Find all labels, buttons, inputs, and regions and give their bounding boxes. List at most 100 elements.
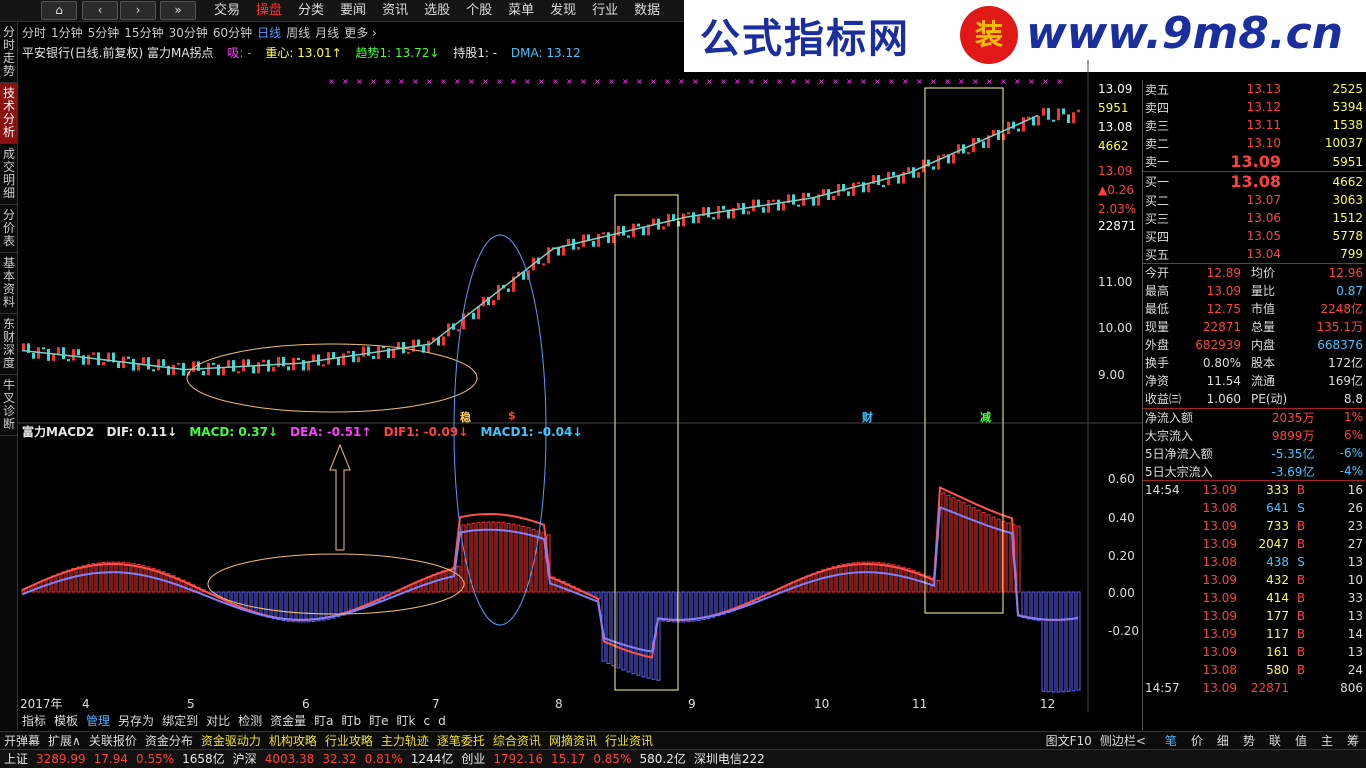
- table-cell: 13.08: [1202, 554, 1237, 569]
- period-tab[interactable]: 日线: [257, 24, 286, 42]
- function-tab[interactable]: 网摘资讯: [545, 732, 601, 749]
- period-tab[interactable]: 30分钟: [169, 24, 213, 42]
- indicator-tab[interactable]: 指标: [18, 712, 50, 730]
- left-tab[interactable]: 成交明细: [0, 144, 18, 205]
- rp-tab[interactable]: 细: [1210, 732, 1236, 749]
- signal-marker: ×: [510, 77, 517, 86]
- function-tab[interactable]: 行业资讯: [601, 732, 657, 749]
- period-tab[interactable]: 周线: [286, 24, 315, 42]
- indicator-tab[interactable]: 模板: [50, 712, 82, 730]
- indicator-tab[interactable]: 资金量: [266, 712, 310, 730]
- rp-tab[interactable]: 筹: [1340, 732, 1366, 749]
- function-tab[interactable]: 图文F10: [1042, 732, 1096, 749]
- table-cell: B: [1296, 572, 1306, 587]
- macd-bar: [686, 591, 691, 623]
- function-tab[interactable]: 关联报价: [85, 732, 141, 749]
- rp-tab[interactable]: 价: [1184, 732, 1210, 749]
- more-icon[interactable]: »: [160, 1, 196, 20]
- home-icon[interactable]: ⌂: [41, 1, 77, 20]
- macd-bar: [876, 561, 881, 593]
- indicator-tab[interactable]: 盯e: [365, 712, 392, 730]
- kline-chart[interactable]: 2017年 4 5 6 7 8 9 10 11 12 13.09 5951 13.08 4662 13.09…: [18, 60, 1142, 712]
- rp-tab[interactable]: 联: [1262, 732, 1288, 749]
- left-tab[interactable]: 牛叉诊断: [0, 375, 18, 436]
- function-tab[interactable]: 行业攻略: [321, 732, 377, 749]
- period-tab[interactable]: 1分钟: [51, 24, 88, 42]
- period-tab[interactable]: 15分钟: [124, 24, 168, 42]
- forward-icon[interactable]: ›: [120, 1, 156, 20]
- flag-dollar: $: [508, 409, 516, 422]
- indicator-tab[interactable]: 盯b: [337, 712, 365, 730]
- indicator-tab[interactable]: 对比: [202, 712, 234, 730]
- function-tab[interactable]: 侧边栏<: [1096, 732, 1150, 749]
- function-tab[interactable]: 资金分布: [141, 732, 197, 749]
- indicator-tab[interactable]: 另存为: [114, 712, 158, 730]
- menu-item[interactable]: 操盘: [248, 0, 290, 22]
- macd-bar: [81, 565, 86, 593]
- signal-marker: ×: [678, 77, 685, 86]
- left-tab[interactable]: 技术分析: [0, 83, 18, 144]
- candle: [227, 360, 230, 367]
- rp-tab[interactable]: 主: [1314, 732, 1340, 749]
- left-tab[interactable]: 基本资料: [0, 253, 18, 314]
- candle: [172, 364, 175, 375]
- function-tab[interactable]: 主力轨迹: [377, 732, 433, 749]
- menu-item[interactable]: 行业: [584, 0, 626, 22]
- function-tab[interactable]: 开弹幕: [0, 732, 44, 749]
- left-tab-char: 细: [2, 186, 15, 200]
- rp-tab[interactable]: 值: [1288, 732, 1314, 749]
- menu-item[interactable]: 选股: [416, 0, 458, 22]
- menu-item[interactable]: 交易: [206, 0, 248, 22]
- function-tab[interactable]: [657, 732, 1042, 749]
- candle: [162, 359, 165, 366]
- period-tab[interactable]: 分时: [22, 24, 51, 42]
- candle: [752, 199, 755, 212]
- indicator-tab[interactable]: 管理: [82, 712, 114, 730]
- menu-item[interactable]: 数据: [626, 0, 668, 22]
- function-tab[interactable]: 资金驱动力: [197, 732, 265, 749]
- period-tab[interactable]: 更多 ›: [344, 24, 382, 42]
- hs-label[interactable]: 沪深: [229, 750, 261, 768]
- indicator-tab[interactable]: 绑定到: [158, 712, 202, 730]
- table-cell: B: [1296, 482, 1306, 497]
- menu-item[interactable]: 要闻: [332, 0, 374, 22]
- function-tab[interactable]: 机构攻略: [265, 732, 321, 749]
- function-tab[interactable]: 综合资讯: [489, 732, 545, 749]
- indicator-tab[interactable]: d: [434, 712, 450, 730]
- back-icon[interactable]: ‹: [82, 1, 118, 20]
- period-tab[interactable]: 月线: [315, 24, 344, 42]
- table-cell: 卖一: [1145, 155, 1170, 169]
- banner-url: www.9m8.cn: [1026, 8, 1344, 59]
- function-tab[interactable]: 逐笔委托: [433, 732, 489, 749]
- menu-item[interactable]: 发现: [542, 0, 584, 22]
- menu-item[interactable]: 资讯: [374, 0, 416, 22]
- menu-item[interactable]: 菜单: [500, 0, 542, 22]
- indicator-tab[interactable]: c: [419, 712, 434, 730]
- macd-axis-label: 0.40: [1108, 511, 1135, 525]
- left-tab[interactable]: 分价表: [0, 205, 18, 253]
- x-tick-label: 10: [814, 697, 829, 711]
- left-tab[interactable]: 东财深度: [0, 314, 18, 375]
- table-cell: B: [1296, 536, 1306, 551]
- rp-tab[interactable]: 笔: [1158, 732, 1184, 749]
- candle: [117, 362, 120, 369]
- period-tab[interactable]: 5分钟: [88, 24, 125, 42]
- table-cell: [1143, 607, 1189, 625]
- period-tab[interactable]: 60分钟: [213, 24, 257, 42]
- table-cell: 量比: [1251, 284, 1276, 298]
- table-cell: 13.08: [1202, 662, 1237, 677]
- rp-tab[interactable]: 势: [1236, 732, 1262, 749]
- menu-item[interactable]: 个股: [458, 0, 500, 22]
- candle: [92, 352, 95, 355]
- candle: [212, 362, 215, 365]
- function-tab[interactable]: 扩展∧: [44, 732, 85, 749]
- sh-label[interactable]: 上证: [0, 750, 32, 768]
- indicator-tab[interactable]: 检测: [234, 712, 266, 730]
- table-row: 13.09 733 B 23: [1143, 517, 1365, 535]
- cy-label[interactable]: 创业: [457, 750, 489, 768]
- indicator-tab[interactable]: 盯k: [393, 712, 420, 730]
- left-tab[interactable]: 分时走势: [0, 22, 18, 83]
- menu-item[interactable]: 分类: [290, 0, 332, 22]
- macd-bar: [496, 521, 501, 593]
- indicator-tab[interactable]: 盯a: [310, 712, 337, 730]
